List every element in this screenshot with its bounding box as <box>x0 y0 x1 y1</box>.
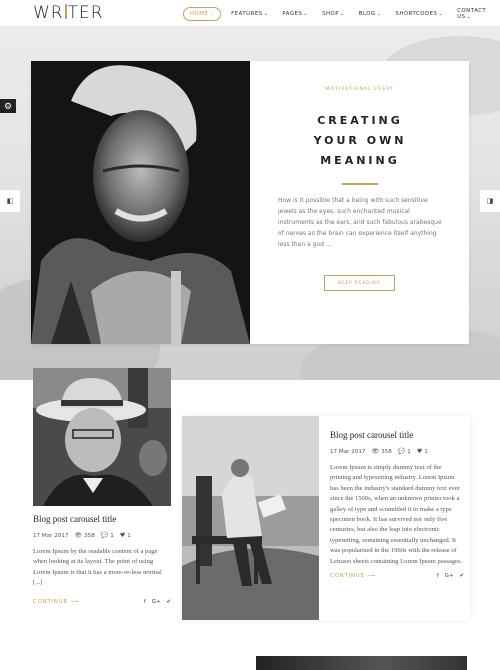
pen-icon <box>64 4 67 19</box>
chevron-down-icon: ⌄ <box>466 14 472 20</box>
google-plus-icon[interactable]: G+ <box>152 599 161 605</box>
chevron-down-icon: ⌄ <box>376 11 382 17</box>
share-links: f G+ ✔ <box>138 599 171 605</box>
post-body: Blog post carousel title 17 Mar 2017 👁 35… <box>330 430 464 579</box>
featured-post-content: MOTIVATIONAL ESSAY CREATING YOUR OWN MEA… <box>250 61 469 344</box>
featured-post-image[interactable] <box>31 61 250 344</box>
blog-post-card: Blog post carousel title 17 Mar 2017 👁 35… <box>182 416 470 620</box>
nav-shortcodes[interactable]: SHORTCODES⌄ <box>391 8 447 20</box>
nav-shop[interactable]: SHOP⌄ <box>318 8 349 20</box>
eye-icon: 👁 <box>371 448 380 455</box>
post-date: 17 Mar 2017 <box>33 532 69 539</box>
site-header: WR TER HOME⌄ FEATURES⌄ PAGES⌄ SHOP⌄ BLOG⌄… <box>0 0 500 26</box>
post-category[interactable]: MOTIVATIONAL ESSAY <box>250 87 469 92</box>
chevron-down-icon: ⌄ <box>263 11 269 17</box>
site-logo[interactable]: WR TER <box>33 3 104 23</box>
divider <box>342 183 378 185</box>
post-image[interactable] <box>33 368 171 506</box>
comment-icon: 💬 <box>100 532 109 539</box>
continue-link[interactable]: CONTINUE ⟶ <box>330 573 376 579</box>
chevron-down-icon: ⌄ <box>438 11 444 17</box>
featured-post-card: MOTIVATIONAL ESSAY CREATING YOUR OWN MEA… <box>31 61 469 344</box>
nav-blog[interactable]: BLOG⌄ <box>355 8 386 20</box>
blog-post-card: Blog post carousel title 17 Mar 2017 👁 35… <box>33 368 171 608</box>
chevron-left-icon[interactable]: ◧ <box>0 190 20 212</box>
facebook-icon[interactable]: f <box>144 599 146 605</box>
arrow-right-icon: ⟶ <box>367 573 376 580</box>
share-links: f G+ ✔ <box>431 573 464 579</box>
twitter-icon[interactable]: ✔ <box>459 573 464 579</box>
nav-contact[interactable]: CONTACT US⌄ <box>453 5 494 23</box>
post-date: 17 Mar 2017 <box>330 448 366 455</box>
post-comments[interactable]: 1 <box>110 533 114 539</box>
twitter-icon[interactable]: ✔ <box>166 599 171 605</box>
google-plus-icon[interactable]: G+ <box>445 573 454 579</box>
post-views: 358 <box>84 532 95 539</box>
arrow-right-icon: ⟶ <box>70 598 79 605</box>
post-title[interactable]: Blog post carousel title <box>330 430 464 440</box>
post-likes: 1 <box>127 532 131 539</box>
featured-post-title[interactable]: CREATING YOUR OWN MEANING <box>280 111 440 171</box>
hero-slider: ⚙ ◧ ◨ MOTIVATIONAL ESSAY CREATING YOUR O… <box>0 26 500 380</box>
man-on-bench-photo <box>182 416 319 620</box>
next-post-image[interactable] <box>256 656 467 670</box>
post-likes: 1 <box>424 448 428 455</box>
keep-reading-button[interactable]: KEEP READING <box>324 275 395 291</box>
gear-icon[interactable]: ⚙ <box>0 99 16 113</box>
post-title[interactable]: Blog post carousel title <box>33 514 171 524</box>
heart-icon[interactable]: ♥ <box>120 532 125 539</box>
featured-post-excerpt: How is it possible that a being with suc… <box>278 197 442 248</box>
chevron-down-icon: ⌄ <box>209 11 215 17</box>
main-nav: HOME⌄ FEATURES⌄ PAGES⌄ SHOP⌄ BLOG⌄ SHORT… <box>183 5 500 23</box>
post-views: 358 <box>381 448 392 455</box>
post-meta: 17 Mar 2017 👁 358 💬 1 ♥ 1 <box>33 532 171 539</box>
chevron-down-icon: ⌄ <box>340 11 345 17</box>
nav-pages[interactable]: PAGES⌄ <box>278 8 312 20</box>
facebook-icon[interactable]: f <box>437 573 439 579</box>
post-excerpt: Lorem Ipsum is simply dummy text of the … <box>330 464 463 565</box>
post-comments[interactable]: 1 <box>407 449 411 455</box>
nav-features[interactable]: FEATURES⌄ <box>227 8 272 20</box>
post-excerpt: Lorem Ipsum by the readable content of a… <box>33 548 162 587</box>
man-with-hat-photo <box>33 368 171 506</box>
nav-home[interactable]: HOME⌄ <box>183 7 222 21</box>
chevron-right-icon[interactable]: ◨ <box>480 190 500 212</box>
continue-link[interactable]: CONTINUE ⟶ <box>33 599 79 605</box>
comment-icon: 💬 <box>397 448 406 455</box>
chevron-down-icon: ⌄ <box>303 11 309 17</box>
heart-icon[interactable]: ♥ <box>417 448 422 455</box>
post-meta: 17 Mar 2017 👁 358 💬 1 ♥ 1 <box>330 448 464 455</box>
post-image[interactable] <box>182 416 319 620</box>
old-man-portrait <box>31 61 250 344</box>
eye-icon: 👁 <box>74 532 83 539</box>
